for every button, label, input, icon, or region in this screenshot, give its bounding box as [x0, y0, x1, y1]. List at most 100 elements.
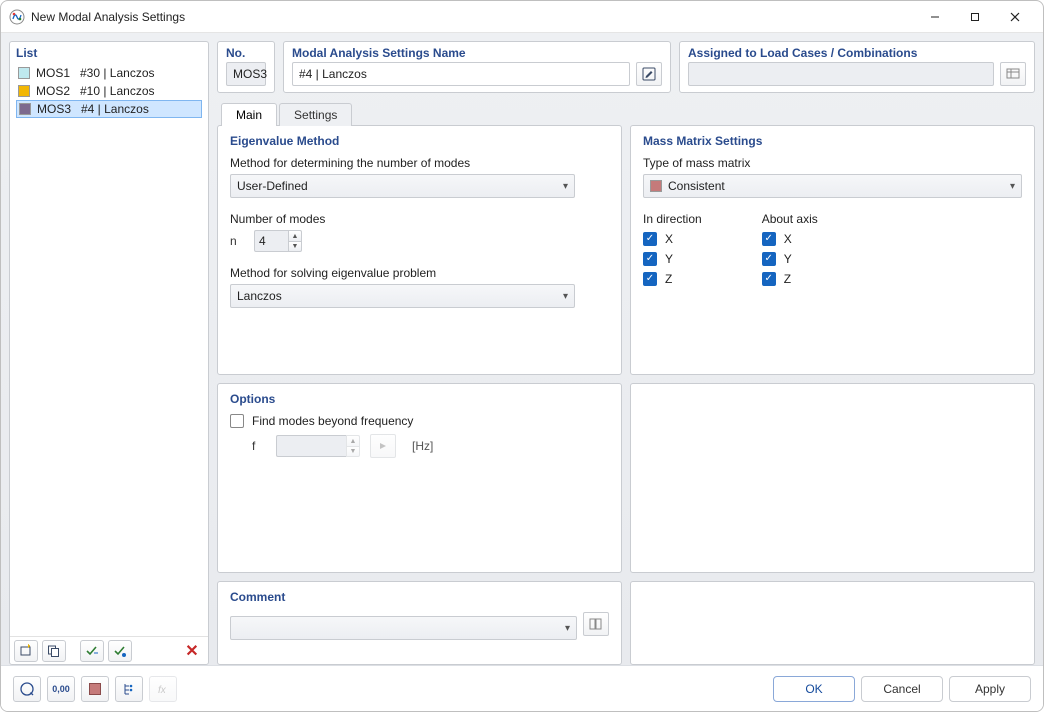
num-modes-spinner[interactable]: ▲ ▼ [254, 230, 302, 252]
eigenvalue-section: Eigenvalue Method Method for determining… [217, 125, 622, 375]
copy-item-button[interactable] [42, 640, 66, 662]
dir-x-label: X [665, 232, 673, 246]
titlebar: New Modal Analysis Settings [1, 1, 1043, 33]
dir-z-checkbox[interactable] [643, 272, 657, 286]
method-count-combo[interactable]: User-Defined ▾ [230, 174, 575, 198]
assigned-details-button[interactable] [1000, 62, 1026, 86]
spin-down-icon[interactable]: ▼ [288, 241, 302, 252]
axis-x-checkbox[interactable] [762, 232, 776, 246]
comment-combo[interactable]: ▾ [230, 616, 577, 640]
ok-button[interactable]: OK [773, 676, 855, 702]
method-count-value: User-Defined [237, 179, 308, 193]
apply-button[interactable]: Apply [949, 676, 1031, 702]
list-item[interactable]: MOS3 #4 | Lanczos [16, 100, 202, 118]
empty-section [630, 383, 1035, 573]
freq-pick-button [370, 434, 396, 458]
check-button-1[interactable] [80, 640, 104, 662]
num-modes-input[interactable] [254, 230, 288, 252]
list-item-id: MOS2 [36, 84, 74, 98]
delete-item-button[interactable]: ✕ [180, 640, 204, 662]
solver-label: Method for solving eigenvalue problem [230, 266, 609, 280]
check-button-2[interactable] [108, 640, 132, 662]
footer: 0,00 fx OK Cancel Apply [1, 665, 1043, 711]
dir-x-checkbox[interactable] [643, 232, 657, 246]
assigned-field [688, 62, 994, 86]
axis-z-label: Z [784, 272, 791, 286]
list-item[interactable]: MOS1 #30 | Lanczos [16, 64, 202, 82]
window-title: New Modal Analysis Settings [31, 10, 915, 24]
list-item-id: MOS1 [36, 66, 74, 80]
list-toolbar: ✕ [10, 636, 208, 664]
num-modes-label: Number of modes [230, 212, 609, 226]
color-swatch [19, 103, 31, 115]
solver-combo[interactable]: Lanczos ▾ [230, 284, 575, 308]
tree-button[interactable] [115, 676, 143, 702]
new-item-button[interactable] [14, 640, 38, 662]
help-button[interactable] [13, 676, 41, 702]
comment-title: Comment [230, 590, 609, 604]
no-panel: No. MOS3 [217, 41, 275, 93]
comment-library-button[interactable] [583, 612, 609, 636]
assigned-label: Assigned to Load Cases / Combinations [680, 42, 1034, 62]
spin-down-icon: ▼ [346, 446, 360, 457]
num-modes-symbol: n [230, 234, 244, 248]
direction-label: In direction [643, 212, 702, 226]
header-row: No. MOS3 Modal Analysis Settings Name [217, 41, 1035, 93]
no-label: No. [218, 42, 274, 62]
freq-unit: [Hz] [412, 439, 433, 453]
name-label: Modal Analysis Settings Name [284, 42, 670, 62]
list-item[interactable]: MOS2 #10 | Lanczos [16, 82, 202, 100]
chevron-down-icon: ▾ [563, 291, 568, 302]
axis-y-checkbox[interactable] [762, 252, 776, 266]
tab-settings[interactable]: Settings [279, 103, 352, 126]
dialog-content: List MOS1 #30 | Lanczos MOS2 #10 | Lancz… [1, 33, 1043, 665]
mass-matrix-section: Mass Matrix Settings Type of mass matrix… [630, 125, 1035, 375]
options-title: Options [230, 392, 609, 406]
dialog-window: New Modal Analysis Settings List MOS1 #3… [0, 0, 1044, 712]
tabstrip: Main Settings [217, 99, 1035, 125]
function-button: fx [149, 676, 177, 702]
chevron-down-icon: ▾ [565, 623, 570, 634]
mass-title: Mass Matrix Settings [643, 134, 1022, 148]
eigenvalue-title: Eigenvalue Method [230, 134, 609, 148]
direction-column: In direction X Y Z [643, 212, 702, 286]
name-input[interactable] [292, 62, 630, 86]
freq-input [276, 435, 346, 457]
beyond-freq-checkbox[interactable] [230, 414, 244, 428]
tab-main[interactable]: Main [221, 103, 277, 126]
units-button[interactable]: 0,00 [47, 676, 75, 702]
color-button[interactable] [81, 676, 109, 702]
mass-type-combo[interactable]: Consistent ▾ [643, 174, 1022, 198]
edit-name-button[interactable] [636, 62, 662, 86]
list-item-desc: #10 | Lanczos [80, 84, 155, 98]
maximize-button[interactable] [955, 3, 995, 31]
chevron-down-icon: ▾ [1010, 181, 1015, 192]
dir-y-checkbox[interactable] [643, 252, 657, 266]
list-item-id: MOS3 [37, 102, 75, 116]
close-button[interactable] [995, 3, 1035, 31]
list-item-desc: #4 | Lanczos [81, 102, 149, 116]
color-swatch [18, 85, 30, 97]
list-item-desc: #30 | Lanczos [80, 66, 155, 80]
right-column: No. MOS3 Modal Analysis Settings Name [217, 41, 1035, 665]
minimize-button[interactable] [915, 3, 955, 31]
no-value: MOS3 [226, 62, 266, 86]
axis-x-label: X [784, 232, 792, 246]
mass-type-value: Consistent [668, 179, 725, 193]
cancel-button[interactable]: Cancel [861, 676, 943, 702]
spin-up-icon: ▲ [346, 435, 360, 446]
axis-z-checkbox[interactable] [762, 272, 776, 286]
empty-section-2 [630, 581, 1035, 665]
beyond-freq-label: Find modes beyond frequency [252, 414, 413, 428]
app-icon [9, 9, 25, 25]
method-count-label: Method for determining the number of mod… [230, 156, 609, 170]
spin-up-icon[interactable]: ▲ [288, 230, 302, 241]
freq-spinner: ▲ ▼ [276, 435, 360, 457]
dir-y-label: Y [665, 252, 673, 266]
solver-value: Lanczos [237, 289, 282, 303]
color-swatch [18, 67, 30, 79]
svg-text:fx: fx [158, 685, 167, 696]
assigned-panel: Assigned to Load Cases / Combinations [679, 41, 1035, 93]
color-swatch-icon [89, 683, 101, 695]
axis-column: About axis X Y Z [762, 212, 818, 286]
